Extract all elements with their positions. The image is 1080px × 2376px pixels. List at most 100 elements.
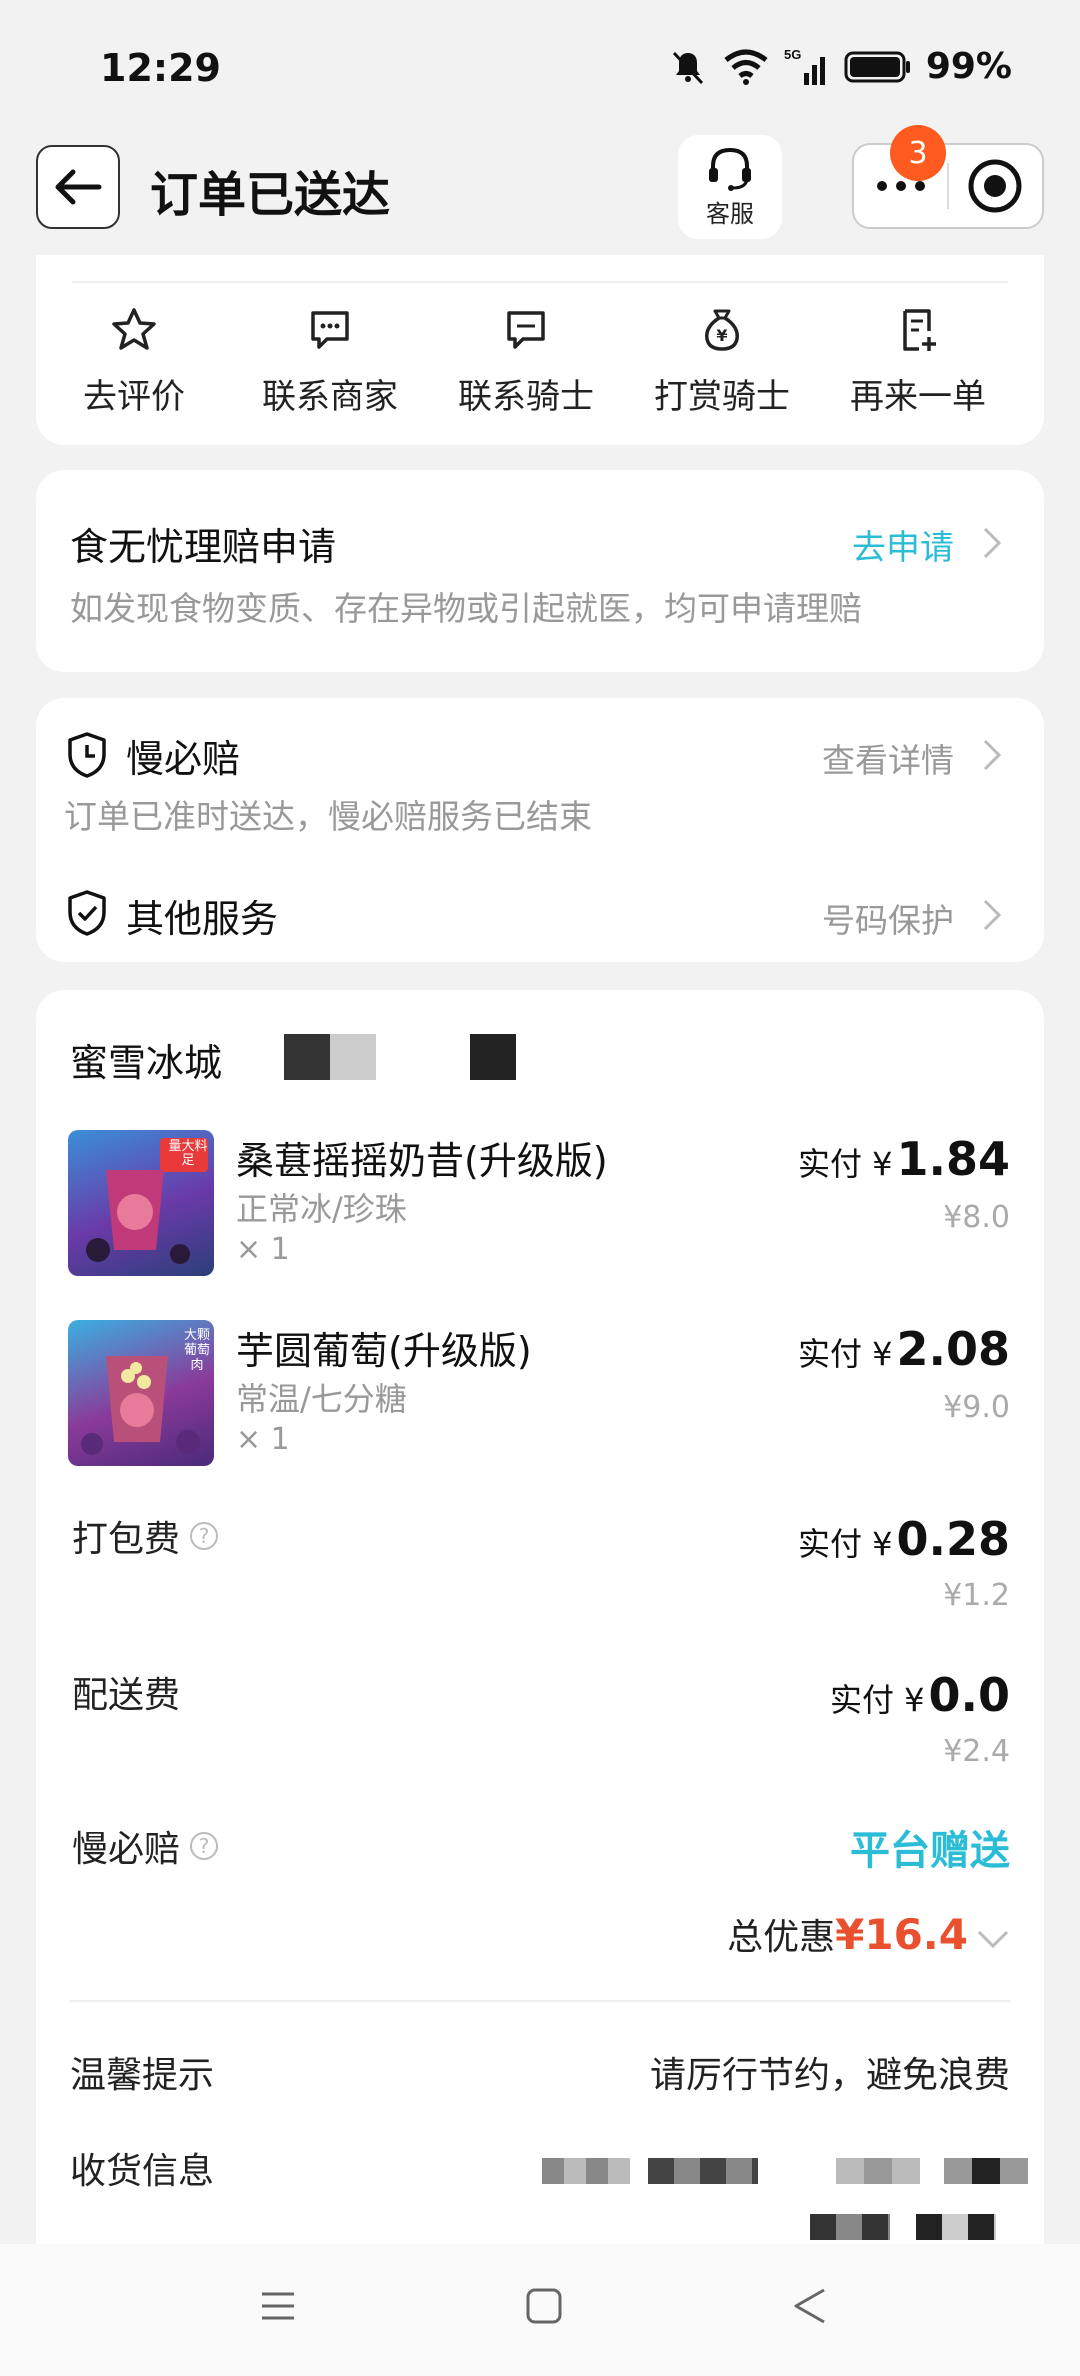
help-icon[interactable]: ? xyxy=(190,1832,219,1860)
action-tip-rider-label: 打赏骑士 xyxy=(654,377,790,417)
tip-value: 请厉行节约，避免浪费 xyxy=(649,2055,1010,2096)
redacted-block xyxy=(916,2214,996,2240)
item-quantity: × 1 xyxy=(236,1422,290,1457)
redacted-block xyxy=(810,2214,890,2240)
tip-label: 温馨提示 xyxy=(70,2055,215,2096)
action-contact-merchant-label: 联系商家 xyxy=(262,377,398,417)
redacted-block xyxy=(470,1034,516,1080)
item-spec: 常温/七分糖 xyxy=(236,1380,407,1418)
slow-compensation-details-link[interactable]: 查看详情 xyxy=(822,734,954,782)
redacted-block xyxy=(284,1034,330,1080)
product-image[interactable]: 量大料足 xyxy=(68,1130,214,1276)
platform-gift-value: 平台赠送 xyxy=(850,1828,1010,1874)
claim-description: 如发现食物变质、存在异物或引起就医，均可申请理赔 xyxy=(70,589,862,628)
packing-fee-paid: 实付 ¥ 0.28 xyxy=(798,1512,1010,1566)
paid-prefix: 实付 ¥ xyxy=(797,1335,893,1373)
total-discount-value: ¥16.4 xyxy=(835,1910,968,1959)
help-icon[interactable]: ? xyxy=(190,1522,219,1550)
system-navigation-bar xyxy=(0,2244,1080,2376)
original-price: ¥8.0 xyxy=(943,1200,1010,1235)
slow-comp-text: 慢必赔 xyxy=(72,1829,181,1870)
slow-compensation-title: 慢必赔 xyxy=(126,737,241,781)
mini-program-capsule xyxy=(852,143,1044,229)
redacted-block xyxy=(944,2158,1028,2184)
wifi-icon xyxy=(724,49,768,85)
status-bar: 12:29 5G 99% xyxy=(0,0,1080,135)
receiver-info-label: 收货信息 xyxy=(70,2151,215,2192)
product-image[interactable]: 大颗葡萄肉 xyxy=(68,1320,214,1466)
product-image-tag: 大颗葡萄肉 xyxy=(184,1328,211,1373)
notification-badge: 3 xyxy=(890,125,946,181)
other-services-title: 其他服务 xyxy=(126,897,279,941)
item-name: 芋圆葡萄(升级版) xyxy=(236,1329,532,1373)
item-spec: 正常冰/珍珠 xyxy=(236,1190,407,1228)
menu-icon[interactable] xyxy=(258,2286,298,2326)
divider xyxy=(72,281,1008,283)
delivery-fee-text: 配送费 xyxy=(72,1675,181,1716)
customer-service-label: 客服 xyxy=(706,199,754,228)
chevron-right-icon xyxy=(983,899,1002,931)
back-button[interactable] xyxy=(36,145,120,229)
action-contact-rider-label: 联系骑士 xyxy=(458,377,594,417)
battery-percent: 99% xyxy=(925,46,1012,87)
divider xyxy=(70,2000,1010,2002)
headset-icon xyxy=(709,147,751,191)
action-rate-label: 去评价 xyxy=(83,377,185,417)
item-paid: 实付 ¥ 2.08 xyxy=(798,1322,1010,1376)
original-price: ¥9.0 xyxy=(943,1390,1010,1425)
shop-name[interactable]: 蜜雪冰城 xyxy=(70,1032,222,1087)
paid-amount: 0.0 xyxy=(928,1668,1011,1722)
original-price: ¥1.2 xyxy=(943,1578,1010,1613)
delivery-fee-paid: 实付 ¥ 0.0 xyxy=(830,1668,1010,1722)
product-image-tag: 量大料足 xyxy=(168,1139,208,1168)
back-triangle-icon[interactable] xyxy=(790,2286,830,2326)
clock-shield-icon xyxy=(68,732,106,778)
order-detail-card: 蜜雪冰城 量大料足 桑葚摇摇奶昔(升级版) 正常冰/珍珠 × 1 实付 ¥ 1.… xyxy=(36,990,1044,2376)
mute-bell-icon xyxy=(672,51,703,84)
check-shield-icon xyxy=(68,890,106,936)
action-tip-rider[interactable]: ¥ 打赏骑士 xyxy=(624,305,820,425)
status-time: 12:29 xyxy=(100,46,221,90)
packing-fee-label: 打包费 ? xyxy=(72,1510,219,1562)
claim-apply-link[interactable]: 去申请 xyxy=(852,520,954,569)
redacted-block xyxy=(648,2158,758,2184)
number-protection-link[interactable]: 号码保护 xyxy=(822,894,954,942)
total-discount[interactable]: 总优惠 ¥16.4 xyxy=(727,1908,1010,1960)
paid-amount: 2.08 xyxy=(896,1322,1011,1376)
packing-fee-text: 打包费 xyxy=(72,1519,181,1560)
paid-prefix: 实付 ¥ xyxy=(829,1681,925,1719)
chevron-right-icon xyxy=(983,527,1002,559)
action-contact-rider[interactable]: 联系骑士 xyxy=(428,305,624,425)
redacted-block xyxy=(330,1034,376,1080)
action-reorder-label: 再来一单 xyxy=(850,377,986,417)
close-mini-program-button[interactable] xyxy=(949,145,1042,227)
svg-text:¥: ¥ xyxy=(716,326,727,345)
signal-icon: 5G xyxy=(784,47,825,85)
chevron-right-icon xyxy=(983,739,1002,771)
arrow-left-icon xyxy=(55,169,102,205)
item-quantity: × 1 xyxy=(236,1232,290,1267)
paid-amount: 0.28 xyxy=(896,1512,1011,1566)
target-close-icon xyxy=(968,159,1022,213)
page-title: 订单已送达 xyxy=(150,167,391,223)
svg-text:5G: 5G xyxy=(784,47,801,62)
total-discount-label: 总优惠 xyxy=(727,1917,836,1958)
customer-service-button[interactable]: 客服 xyxy=(678,135,782,239)
paid-amount: 1.84 xyxy=(896,1132,1011,1186)
money-bag-icon: ¥ xyxy=(705,309,739,351)
reorder-icon xyxy=(903,309,936,351)
item-paid: 实付 ¥ 1.84 xyxy=(798,1132,1010,1186)
battery-icon xyxy=(844,51,910,82)
action-rate[interactable]: 去评价 xyxy=(36,305,232,425)
action-contact-merchant[interactable]: 联系商家 xyxy=(232,305,428,425)
redacted-block xyxy=(542,2158,630,2184)
action-reorder[interactable]: 再来一单 xyxy=(820,305,1016,425)
more-dots-icon xyxy=(876,181,925,191)
redacted-block xyxy=(836,2158,920,2184)
star-icon xyxy=(112,308,156,350)
home-icon[interactable] xyxy=(524,2286,564,2326)
slow-comp-label: 慢必赔 ? xyxy=(72,1820,219,1872)
claim-card[interactable]: 食无忧理赔申请 去申请 如发现食物变质、存在异物或引起就医，均可申请理赔 xyxy=(36,470,1044,672)
chat-icon xyxy=(507,311,545,349)
status-icons: 5G 99% xyxy=(668,46,1012,87)
